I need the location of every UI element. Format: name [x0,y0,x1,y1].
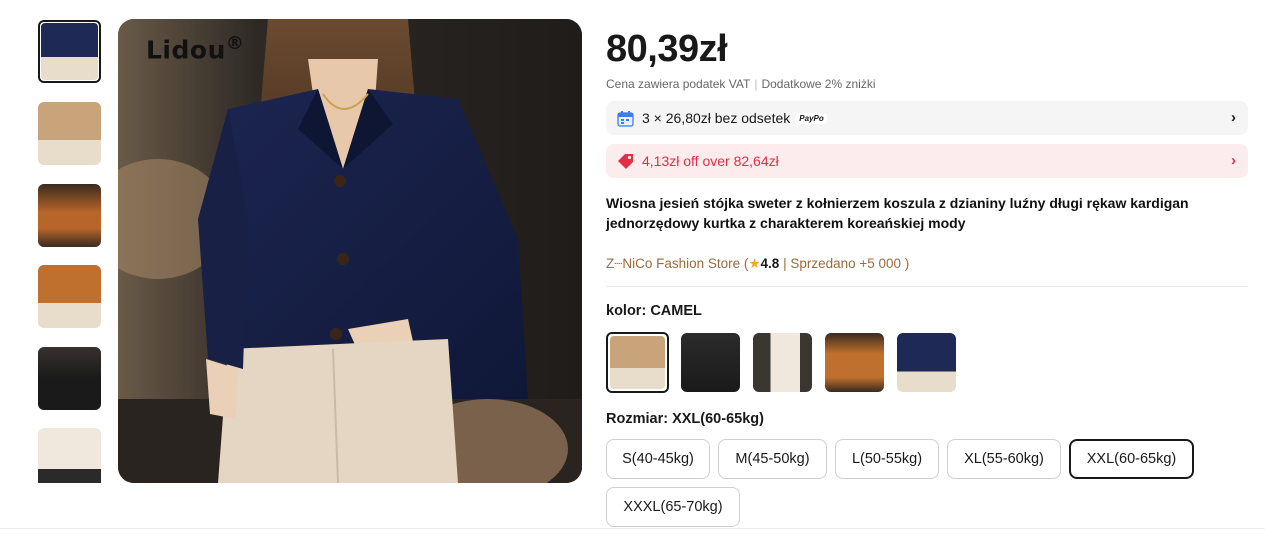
paypo-logo: PayPo [796,112,827,124]
product-title: Wiosna jesień stójka sweter z kołnierzem… [606,195,1189,231]
main-product-image[interactable]: Lidou® [118,19,582,483]
size-option-xxl[interactable]: XXL(60-65kg) [1069,439,1194,479]
thumbnail-4[interactable] [38,265,101,328]
thumbnail-image [38,102,101,165]
thumbnail-image [38,347,101,410]
swatch-image [825,333,884,392]
product-price: 80,39zł [606,28,728,70]
color-swatch-4[interactable] [825,333,884,392]
selected-size: XXL(60-65kg) [672,411,764,427]
extra-discount-text: Dodatkowe 2% zniżki [761,77,876,91]
installments-text: 3 × 26,80zł bez odsetek [642,110,791,126]
store-link[interactable]: Z┈NiCo Fashion Store (★4.8 | Sprzedano +… [606,256,909,272]
size-option-m[interactable]: M(45-50kg) [718,439,827,479]
thumbnail-image [41,23,98,80]
chevron-right-icon: › [1231,152,1236,169]
calendar-icon [616,109,634,127]
swatch-image [610,336,665,389]
color-swatch-5[interactable] [897,333,956,392]
brand-watermark: Lidou® [146,33,245,65]
swatch-image [681,333,740,392]
size-label: Rozmiar: XXL(60-65kg) [606,411,764,427]
color-swatch-2[interactable] [681,333,740,392]
coupon-banner[interactable]: 4,13zł off over 82,64zł › [606,144,1248,178]
vat-note: Cena zawiera podatek VAT | Dodatkowe 2% zn… [606,77,876,91]
bottom-divider [0,528,1265,529]
store-rating: 4.8 [760,256,780,271]
tag-icon [616,152,634,170]
size-option-s[interactable]: S(40-45kg) [606,439,710,479]
thumbnail-1[interactable] [38,20,101,83]
sold-count: | Sprzedano +5 000 ) [779,256,910,271]
store-name: Z┈NiCo Fashion Store ( [606,256,749,271]
thumbnail-6[interactable] [38,428,101,483]
thumbnail-list [38,20,102,483]
vat-text: Cena zawiera podatek VAT [606,77,751,91]
color-label: kolor: CAMEL [606,303,702,319]
size-option-xl[interactable]: XL(55-60kg) [947,439,1061,479]
swatch-image [897,333,956,392]
product-photo [118,19,582,483]
thumbnail-image [38,184,101,247]
coupon-text: 4,13zł off over 82,64zł [642,153,779,169]
thumbnail-image [38,265,101,328]
vat-separator: | [754,77,758,91]
size-option-xxxl[interactable]: XXXL(65-70kg) [606,487,740,527]
divider [606,286,1248,287]
color-swatch-3[interactable] [753,333,812,392]
thumbnail-image [38,428,101,483]
thumbnail-5[interactable] [38,347,101,410]
size-option-l[interactable]: L(50-55kg) [835,439,939,479]
selected-color: CAMEL [650,303,702,319]
thumbnail-2[interactable] [38,102,101,165]
installments-banner[interactable]: 3 × 26,80zł bez odsetek PayPo › [606,101,1248,135]
chevron-right-icon: › [1231,109,1236,126]
thumbnail-3[interactable] [38,184,101,247]
star-icon: ★ [748,256,761,271]
color-swatch-1[interactable] [606,332,669,393]
swatch-image [753,333,812,392]
